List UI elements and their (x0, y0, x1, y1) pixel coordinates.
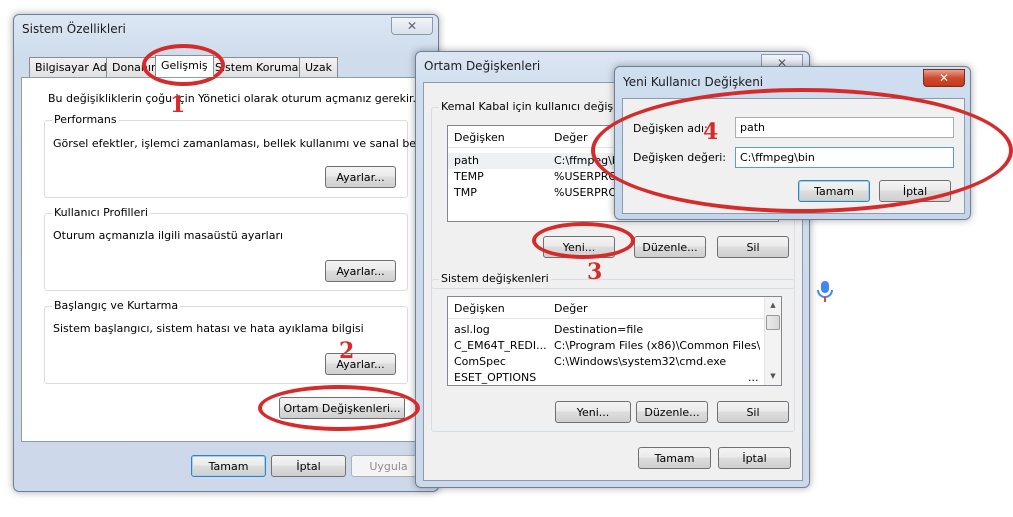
row-variable: TMP (454, 186, 477, 199)
window-title: Ortam Değişkenleri (424, 59, 541, 73)
user-delete-button[interactable]: Sil (717, 236, 789, 258)
annotation-number-2: 2 (339, 338, 355, 364)
window-title: Yeni Kullanıcı Değişkeni (623, 75, 764, 89)
startup-recovery-settings-button[interactable]: Ayarlar... (325, 353, 396, 375)
scroll-down-icon[interactable]: ▼ (765, 368, 781, 385)
window-title: Sistem Özellikleri (22, 22, 126, 36)
performance-settings-button[interactable]: Ayarlar... (325, 166, 396, 188)
ok-button[interactable]: Tamam (191, 455, 266, 477)
row-variable: C_EM64T_REDI... (454, 339, 547, 352)
col-variable[interactable]: Değişken (454, 131, 505, 144)
system-vars-title: Sistem değişkenleri (439, 272, 551, 285)
microphone-icon (814, 279, 836, 303)
row-variable: path (454, 154, 480, 167)
performance-desc: Görsel efektler, işlemci zamanlaması, be… (53, 137, 436, 150)
system-vars-scrollbar[interactable]: ▲ ▼ (764, 297, 781, 385)
list-header: Değişken Değer (448, 297, 764, 319)
user-profiles-title: Kullanıcı Profilleri (52, 206, 150, 219)
annotation-number-4: 4 (703, 119, 719, 145)
table-row[interactable]: C_EM64T_REDI... C:\Program Files (x86)\C… (448, 338, 764, 354)
row-value: C:\Program Files (x86)\Common Files\In..… (554, 339, 760, 352)
annotation-number-1: 1 (170, 92, 186, 118)
row-value: C:\Windows\system32\cmd.exe (554, 355, 727, 368)
annotation-number-3: 3 (587, 259, 603, 285)
scroll-thumb[interactable] (766, 315, 780, 330)
startup-recovery-title: Başlangıç ve Kurtarma (52, 299, 181, 312)
env-ok-button[interactable]: Tamam (638, 447, 711, 469)
system-delete-button[interactable]: Sil (717, 401, 789, 423)
user-edit-button[interactable]: Düzenle... (634, 236, 706, 258)
row-variable: TEMP (454, 170, 484, 183)
system-edit-button[interactable]: Düzenle... (636, 401, 708, 423)
col-value[interactable]: Değer (554, 131, 588, 144)
tab-strip: Bilgisayar Adı Donanım Gelişmiş Sistem K… (21, 55, 433, 79)
close-icon: ✕ (938, 71, 950, 85)
startup-recovery-desc: Sistem başlangıcı, sistem hatası ve hata… (53, 322, 364, 335)
table-row[interactable]: asl.log Destination=file (448, 322, 764, 338)
tab-remote[interactable]: Uzak (299, 57, 338, 77)
system-new-button[interactable]: Yeni... (555, 401, 631, 423)
cancel-button[interactable]: İptal (271, 455, 346, 477)
col-value[interactable]: Değer (554, 302, 588, 315)
performance-title: Performans (52, 113, 119, 126)
annotation-ellipse-new-button (532, 222, 635, 259)
tab-computer-name[interactable]: Bilgisayar Adı (29, 57, 116, 77)
row-variable: asl.log (454, 323, 490, 336)
col-variable[interactable]: Değişken (454, 302, 505, 315)
env-cancel-button[interactable]: İptal (718, 447, 791, 469)
user-profiles-settings-button[interactable]: Ayarlar... (325, 260, 396, 282)
system-vars-group: Sistem değişkenleri Değişken Değer asl.l… (431, 272, 795, 432)
row-variable: ComSpec (454, 355, 506, 368)
row-value: Destination=file (554, 323, 644, 336)
user-profiles-desc: Oturum açmanızla ilgili masaüstü ayarlar… (53, 229, 284, 242)
user-profiles-group: Kullanıcı Profilleri Oturum açmanızla il… (44, 206, 408, 291)
performance-group: Performans Görsel efektler, işlemci zama… (44, 113, 435, 198)
scroll-up-icon[interactable]: ▲ (765, 297, 781, 314)
close-icon: ✕ (406, 19, 418, 33)
close-button[interactable]: ✕ (923, 69, 965, 87)
close-button[interactable]: ✕ (391, 17, 433, 35)
row-variable: ESET_OPTIONS (454, 371, 537, 384)
tab-advanced[interactable]: Gelişmiş (155, 55, 214, 77)
table-row[interactable]: ComSpec C:\Windows\system32\cmd.exe (448, 354, 764, 370)
row-value: %USERPROFILE%\AppData\Local\Temp (554, 186, 616, 199)
system-vars-list: Değişken Değer asl.log Destination=file … (447, 296, 782, 386)
admin-note: Bu değişikliklerin çoğu için Yönetici ol… (48, 92, 417, 105)
table-row[interactable]: ESET_OPTIONS ... (448, 370, 764, 385)
annotation-ellipse-env-button (258, 385, 420, 431)
annotation-ellipse-new-variable-dialog (591, 88, 1013, 213)
